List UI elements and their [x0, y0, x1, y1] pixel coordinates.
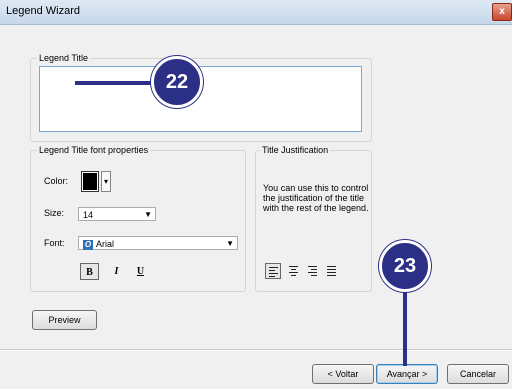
color-swatch[interactable] [81, 171, 99, 192]
callout-22: 22 [151, 56, 203, 108]
color-label: Color: [44, 176, 69, 186]
font-properties-group-label: Legend Title font properties [37, 145, 151, 155]
bold-button[interactable]: B [80, 263, 99, 280]
preview-button[interactable]: Preview [32, 310, 97, 330]
align-center-icon [289, 266, 298, 278]
align-left-icon [269, 267, 278, 279]
align-right-icon [308, 266, 317, 278]
align-justify-icon [327, 266, 336, 278]
legend-wizard-window: Legend Wizard x Legend Title Legend Titl… [0, 0, 512, 389]
color-dropdown-arrow-icon[interactable]: ▾ [101, 171, 111, 192]
italic-button[interactable]: I [107, 263, 126, 280]
align-center-button[interactable] [286, 263, 302, 279]
legend-title-group-label: Legend Title [37, 53, 91, 63]
opentype-font-icon: O [83, 239, 93, 250]
cancel-button[interactable]: Cancelar [447, 364, 509, 384]
font-select[interactable]: O Arial ▼ [78, 236, 238, 250]
chevron-down-icon: ▼ [144, 210, 152, 219]
size-select[interactable]: 14 ▼ [78, 207, 156, 221]
callout-23: 23 [379, 240, 431, 292]
window-title: Legend Wizard [6, 5, 80, 17]
footer-divider [0, 349, 512, 351]
size-value: 14 [83, 210, 94, 220]
chevron-down-icon: ▼ [226, 239, 234, 248]
justification-description: You can use this to control the justific… [263, 183, 369, 213]
title-justification-group-label: Title Justification [260, 145, 331, 155]
font-label: Font: [44, 238, 65, 248]
size-label: Size: [44, 208, 65, 218]
font-value: Arial [96, 239, 115, 249]
underline-button[interactable]: U [131, 263, 150, 280]
align-left-button[interactable] [265, 263, 281, 279]
align-right-button[interactable] [305, 263, 321, 279]
callout-23-pointer [403, 280, 407, 366]
align-justify-button[interactable] [324, 263, 340, 279]
title-bar: Legend Wizard x [0, 0, 512, 25]
next-button[interactable]: Avançar > [376, 364, 438, 384]
back-button[interactable]: < Voltar [312, 364, 374, 384]
close-button[interactable]: x [492, 3, 512, 21]
